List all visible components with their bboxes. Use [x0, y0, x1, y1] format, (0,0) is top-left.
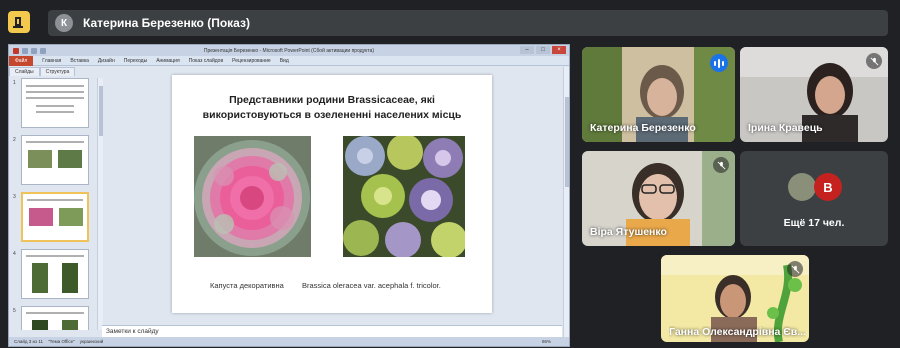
slide-thumbnail[interactable]: 4: [13, 249, 97, 302]
participant-tile[interactable]: Ганна Олександрівна Єв...: [661, 255, 809, 342]
zoom-level[interactable]: 86%: [542, 339, 551, 344]
speaking-indicator-icon: [710, 54, 728, 72]
participant-name: Ганна Олександрівна Єв...: [669, 326, 806, 338]
close-icon: ×: [552, 46, 566, 54]
slide-pane-tabs: Слайды Структура: [9, 67, 99, 76]
app-logo: [8, 11, 30, 33]
ribbon-tab[interactable]: Рецензирование: [232, 58, 271, 64]
ppt-title-bar: Презентація Березенко - Microsoft PowerP…: [9, 45, 569, 56]
tab-slides[interactable]: Слайды: [9, 67, 40, 76]
participant-tile[interactable]: Катерина Березенко: [582, 47, 735, 142]
caption-right: Brassica oleracea var. acephala f. trico…: [302, 281, 441, 290]
slide-thumbnail[interactable]: 1: [13, 78, 97, 131]
caption-left: Капуста декоративна: [210, 281, 284, 290]
more-participants-tile[interactable]: В Ещё 17 чел.: [740, 151, 888, 246]
slide-scrollbar[interactable]: [563, 67, 569, 337]
presentation-title: Катерина Березенко (Показ): [83, 16, 250, 30]
status-bar: Слайд 3 из 11 "Тема Office" украинский 8…: [9, 337, 569, 346]
file-tab[interactable]: Файл: [9, 55, 34, 66]
brassica-tricolor-image: [343, 136, 465, 257]
presenter-bar: К Катерина Березенко (Показ): [48, 10, 888, 36]
notes-field[interactable]: Заметки к слайду: [102, 325, 562, 337]
mic-off-icon: [713, 157, 729, 173]
slide-thumbnail[interactable]: 2: [13, 135, 97, 188]
ribbon-tabs: Файл Главная Вставка Дизайн Переходы Ани…: [9, 55, 569, 66]
ribbon-tab[interactable]: Анимация: [156, 58, 179, 64]
participant-name: Катерина Березенко: [590, 122, 696, 134]
slide-thumbnails: 1 2 3 4 5: [13, 78, 97, 330]
slide-thumbnail[interactable]: 5: [13, 306, 97, 330]
slide-title: Представники родини Brassicaceae, які ви…: [202, 94, 462, 121]
more-participants-label: Ещё 17 чел.: [783, 217, 845, 229]
maximize-icon: □: [536, 46, 550, 54]
language: украинский: [79, 339, 104, 344]
ribbon-tab[interactable]: Вид: [280, 58, 289, 64]
mic-off-icon: [866, 53, 882, 69]
ppt-window-title: Презентація Березенко - Microsoft PowerP…: [203, 47, 375, 54]
theme-name: "Тема Office": [48, 339, 75, 344]
current-slide: Представники родини Brassicaceae, які ви…: [172, 75, 492, 313]
participant-tile[interactable]: Віра Ятушенко: [582, 151, 735, 246]
slide-thumbnail-selected[interactable]: 3: [13, 192, 97, 245]
participant-avatar-photo: [788, 173, 816, 201]
minimize-icon: –: [520, 46, 534, 54]
participant-avatar-letter: В: [814, 173, 842, 201]
ornamental-cabbage-image: [194, 136, 311, 257]
shared-screen-powerpoint: Презентація Березенко - Microsoft PowerP…: [8, 44, 570, 347]
participant-name: Віра Ятушенко: [590, 226, 667, 238]
ribbon-tab[interactable]: Показ слайдов: [189, 58, 223, 64]
presenter-avatar: К: [55, 14, 73, 32]
participant-name: Ірина Кравець: [748, 122, 823, 134]
window-buttons[interactable]: – □ ×: [520, 46, 566, 54]
mic-off-icon: [787, 261, 803, 277]
ribbon-tab[interactable]: Дизайн: [98, 58, 115, 64]
participant-tile[interactable]: Ірина Кравець: [740, 47, 888, 142]
thumbnail-scrollbar[interactable]: [97, 78, 103, 330]
ribbon-tab[interactable]: Переходы: [124, 58, 147, 64]
ribbon-tab[interactable]: Вставка: [70, 58, 89, 64]
tab-outline[interactable]: Структура: [39, 67, 76, 76]
ribbon-tab[interactable]: Главная: [42, 58, 61, 64]
slide-counter: Слайд 3 из 11: [14, 339, 44, 344]
